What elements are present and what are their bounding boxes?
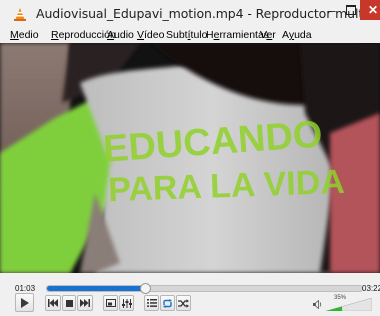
seek-progress xyxy=(47,286,145,291)
play-button[interactable] xyxy=(15,293,34,312)
minimize-icon: – xyxy=(328,2,336,18)
menu-ver[interactable]: Ver xyxy=(260,29,276,41)
previous-button[interactable] xyxy=(45,295,61,311)
control-bar: 35% xyxy=(0,292,380,316)
extended-settings-button[interactable] xyxy=(119,295,134,311)
play-icon xyxy=(21,297,29,308)
menu-medio[interactable]: Medio xyxy=(10,29,39,41)
menu-ayuda[interactable]: Ayuda xyxy=(282,29,312,41)
close-icon: ✕ xyxy=(367,3,379,17)
volume-level xyxy=(326,306,343,311)
close-button[interactable]: ✕ xyxy=(360,0,380,20)
maximize-icon xyxy=(346,5,356,15)
video-area[interactable]: EDUCANDO PARA LA VIDA xyxy=(0,43,380,273)
fullscreen-button[interactable] xyxy=(103,295,118,311)
playlist-button[interactable] xyxy=(144,295,159,311)
next-button[interactable] xyxy=(77,295,93,311)
vlc-cone-icon xyxy=(14,8,26,21)
stop-button[interactable] xyxy=(62,295,76,311)
seek-row: 01:03 03:22 xyxy=(0,278,380,294)
playlist-icon xyxy=(146,299,157,307)
next-icon xyxy=(80,299,90,307)
vlc-window: Audiovisual_Edupavi_motion.mp4 - Reprodu… xyxy=(0,0,380,316)
video-frame: EDUCANDO PARA LA VIDA xyxy=(0,43,380,273)
loop-button[interactable] xyxy=(160,295,175,311)
volume-slider[interactable] xyxy=(326,298,372,311)
speaker-icon[interactable] xyxy=(313,300,322,309)
shuffle-button[interactable] xyxy=(176,295,191,311)
minimize-button[interactable]: – xyxy=(322,0,342,20)
menu-bar: Medio Reproducción Audio Vídeo Subtítulo… xyxy=(0,28,380,43)
shuffle-icon xyxy=(178,298,189,308)
menu-video[interactable]: Vídeo xyxy=(137,29,164,41)
fullscreen-icon xyxy=(105,299,116,307)
maximize-button[interactable] xyxy=(341,0,361,20)
seek-bar[interactable] xyxy=(46,283,363,294)
equalizer-icon xyxy=(121,298,132,308)
stop-icon xyxy=(65,299,73,307)
menu-subtitulo[interactable]: Subtítulo xyxy=(166,29,207,41)
title-bar: Audiovisual_Edupavi_motion.mp4 - Reprodu… xyxy=(0,0,380,28)
menu-audio[interactable]: Audio xyxy=(107,29,134,41)
loop-icon xyxy=(163,298,172,308)
previous-icon xyxy=(48,299,58,307)
